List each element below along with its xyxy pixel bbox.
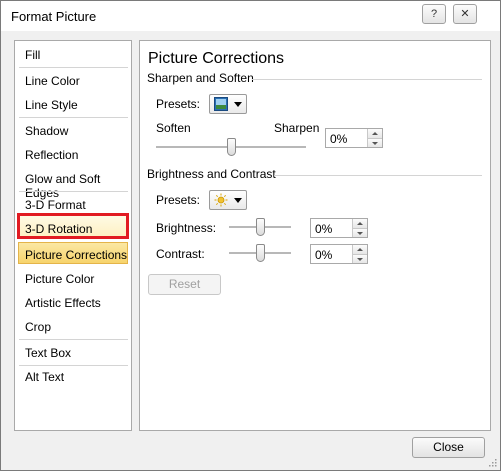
title-bar: Format Picture ? ✕	[1, 1, 500, 31]
contrast-label: Contrast:	[156, 247, 205, 261]
nav-separator	[19, 365, 128, 366]
spin-up-icon[interactable]	[353, 245, 367, 254]
spin-down-icon[interactable]	[368, 138, 382, 147]
spinner-buttons[interactable]	[352, 245, 367, 263]
nav-separator	[19, 339, 128, 340]
spinner-buttons[interactable]	[352, 219, 367, 237]
nav-separator	[19, 117, 128, 118]
sharpen-value[interactable]: 0%	[330, 132, 347, 146]
section-divider	[252, 79, 482, 80]
brightness-presets-dropdown[interactable]	[209, 190, 247, 210]
spinner-buttons[interactable]	[367, 129, 382, 147]
format-picture-dialog: Format Picture ? ✕ Fill Line Color Line …	[0, 0, 501, 471]
chevron-down-icon	[234, 198, 242, 203]
sharpen-spinner[interactable]: 0%	[325, 128, 383, 148]
brightness-spinner[interactable]: 0%	[310, 218, 368, 238]
nav-item-line-color[interactable]: Line Color	[25, 74, 80, 88]
nav-item-glow-soft-edges[interactable]: Glow and Soft Edges	[25, 172, 131, 200]
brightness-label: Brightness:	[156, 221, 217, 235]
spin-up-icon[interactable]	[368, 129, 382, 138]
nav-item-3d-format[interactable]: 3-D Format	[25, 198, 86, 212]
spin-down-icon[interactable]	[353, 254, 367, 263]
nav-item-crop[interactable]: Crop	[25, 320, 51, 334]
nav-item-picture-corrections[interactable]: Picture Corrections	[25, 248, 127, 262]
nav-item-reflection[interactable]: Reflection	[25, 148, 78, 162]
sharpen-presets-label: Presets:	[156, 97, 201, 111]
nav-separator	[19, 191, 128, 192]
close-button[interactable]: Close	[412, 437, 485, 458]
nav-item-alt-text[interactable]: Alt Text	[25, 370, 64, 384]
panel-title: Picture Corrections	[148, 50, 285, 67]
brightness-section-heading: Brightness and Contrast	[147, 167, 276, 181]
spin-down-icon[interactable]	[353, 228, 367, 237]
help-button[interactable]: ?	[422, 4, 446, 24]
window-title: Format Picture	[11, 9, 97, 24]
nav-item-3d-rotation[interactable]: 3-D Rotation	[25, 222, 92, 236]
brightness-value[interactable]: 0%	[315, 222, 332, 236]
nav-item-shadow[interactable]: Shadow	[25, 124, 68, 138]
close-window-button[interactable]: ✕	[453, 4, 477, 24]
sharpen-section-heading: Sharpen and Soften	[147, 71, 254, 85]
nav-item-artistic-effects[interactable]: Artistic Effects	[25, 296, 101, 310]
nav-item-text-box[interactable]: Text Box	[25, 346, 71, 360]
sharpen-preset-icon	[214, 97, 228, 111]
sharpen-label: Sharpen	[274, 121, 320, 135]
reset-button[interactable]: Reset	[148, 274, 221, 295]
brightness-presets-label: Presets:	[156, 193, 201, 207]
contrast-spinner[interactable]: 0%	[310, 244, 368, 264]
contrast-value[interactable]: 0%	[315, 248, 332, 262]
contrast-slider-thumb[interactable]	[256, 244, 265, 262]
brightness-slider-thumb[interactable]	[256, 218, 265, 236]
nav-item-line-style[interactable]: Line Style	[25, 98, 78, 112]
nav-item-fill[interactable]: Fill	[25, 48, 40, 62]
sharpen-presets-dropdown[interactable]	[209, 94, 247, 114]
spin-up-icon[interactable]	[353, 219, 367, 228]
chevron-down-icon	[234, 102, 242, 107]
section-divider	[274, 175, 482, 176]
soften-label: Soften	[156, 121, 191, 135]
resize-grip-icon[interactable]	[487, 457, 497, 467]
nav-item-picture-color[interactable]: Picture Color	[25, 272, 94, 286]
sun-icon	[214, 193, 228, 207]
sharpen-slider-thumb[interactable]	[227, 138, 236, 156]
picture-corrections-panel: Picture Corrections Sharpen and Soften P…	[139, 40, 491, 431]
nav-separator	[19, 67, 128, 68]
category-list: Fill Line Color Line Style Shadow Reflec…	[14, 40, 132, 431]
